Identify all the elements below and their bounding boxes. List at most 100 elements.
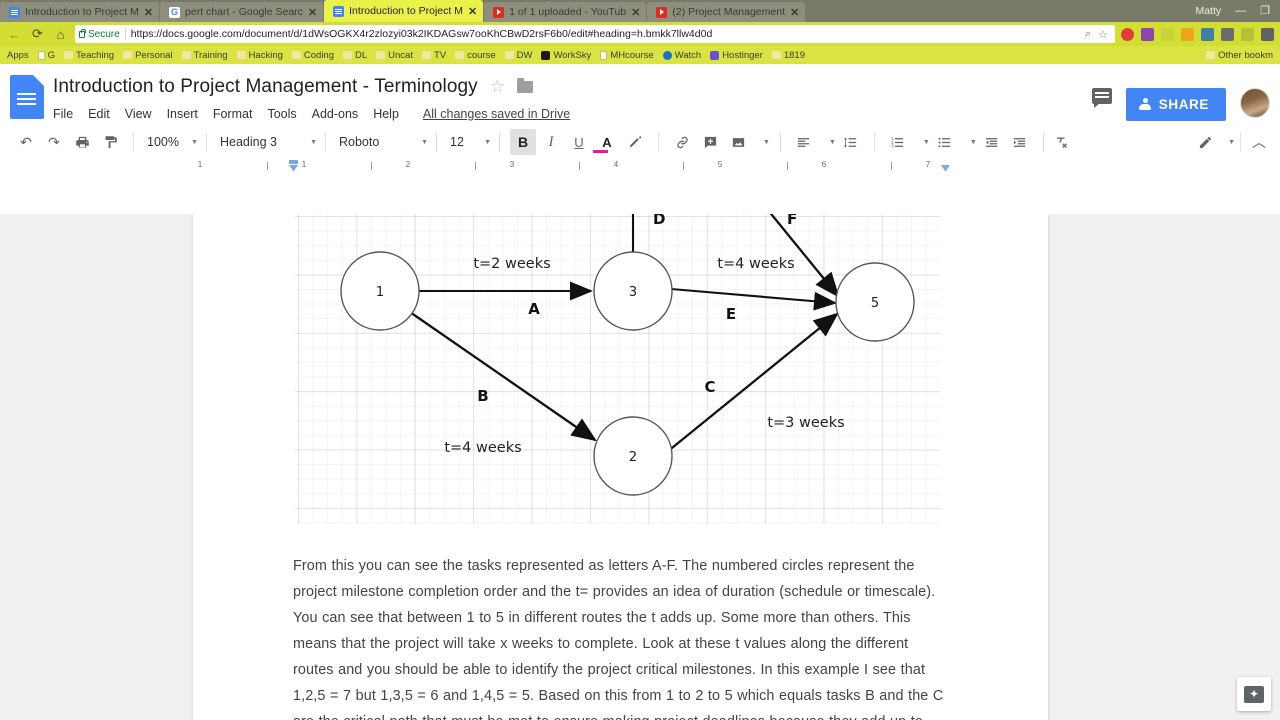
right-indent-marker[interactable] <box>941 165 950 174</box>
browser-tab-1[interactable]: G pert chart - Google Searc ✕ <box>160 2 324 22</box>
left-indent-marker[interactable] <box>289 165 298 174</box>
pert-chart-image[interactable]: 1 3 2 5 t=2 weeks A t=4 weeks B t=3 week… <box>295 214 940 524</box>
first-line-indent-marker[interactable] <box>289 160 298 164</box>
bookmark-item[interactable]: DL <box>341 50 369 61</box>
highlighter-icon[interactable] <box>622 129 648 155</box>
bookmark-item[interactable]: Training <box>180 50 230 61</box>
chevron-down-icon[interactable]: ▼ <box>970 139 977 146</box>
google-docs-icon[interactable] <box>10 75 44 119</box>
page-title[interactable]: Introduction to Project Management - Ter… <box>53 76 478 98</box>
back-button[interactable]: ← <box>6 27 23 42</box>
menu-insert[interactable]: Insert <box>167 107 198 121</box>
bookmark-item[interactable]: Watch <box>661 50 704 61</box>
onenote-extension-icon[interactable] <box>1141 27 1154 41</box>
swirl-extension-icon[interactable] <box>1161 27 1174 41</box>
bookmark-item[interactable]: Uncat <box>374 50 415 61</box>
document-ruler[interactable]: 1 1 2 3 4 5 6 7 <box>0 160 1280 172</box>
print-icon[interactable] <box>69 129 95 155</box>
browser-tab-0[interactable]: Introduction to Project M ✕ <box>0 2 160 22</box>
move-to-folder-icon[interactable] <box>517 78 534 93</box>
chevron-down-icon[interactable]: ▼ <box>829 139 836 146</box>
paint-format-icon[interactable] <box>97 129 123 155</box>
python-extension-icon[interactable] <box>1201 27 1214 41</box>
text-color-button[interactable]: A <box>593 129 620 155</box>
zoom-select[interactable]: 100% ▼ <box>139 129 201 155</box>
underline-button[interactable]: U <box>566 129 592 155</box>
profile-name-label[interactable]: Matty <box>1195 5 1221 17</box>
maximize-button[interactable]: ❐ <box>1260 5 1270 17</box>
clear-formatting-icon[interactable] <box>1049 129 1075 155</box>
numbered-list-icon[interactable]: 123 <box>885 129 911 155</box>
menu-addons[interactable]: Add-ons <box>312 107 359 121</box>
bookmark-item[interactable]: G <box>36 50 57 61</box>
collapse-toolbar-button[interactable]: ︿ <box>1246 129 1272 155</box>
bookmark-item[interactable]: MHcourse <box>598 50 655 61</box>
bulleted-list-icon[interactable] <box>932 129 958 155</box>
browser-tab-2[interactable]: Introduction to Project M ✕ <box>324 0 484 22</box>
line-spacing-icon[interactable] <box>838 129 864 155</box>
opera-extension-icon[interactable] <box>1121 27 1134 41</box>
add-comment-icon[interactable] <box>697 129 723 155</box>
reload-button[interactable]: ⟳ <box>29 26 46 42</box>
chevron-down-icon[interactable]: ▼ <box>923 139 930 146</box>
avatar[interactable] <box>1240 88 1270 118</box>
star-icon[interactable]: ☆ <box>1098 28 1108 41</box>
link-icon[interactable] <box>669 129 695 155</box>
font-size-select[interactable]: 12 ▼ <box>442 129 494 155</box>
italic-button[interactable]: I <box>538 129 564 155</box>
comment-icon[interactable] <box>1091 88 1112 108</box>
pencil-icon[interactable] <box>1192 129 1218 155</box>
home-button[interactable]: ⌂ <box>52 27 69 42</box>
close-icon[interactable]: ✕ <box>790 6 799 19</box>
bookmark-item[interactable]: Hostinger <box>708 50 765 61</box>
tux-extension-icon[interactable] <box>1181 27 1194 41</box>
bookmark-apps[interactable]: Apps <box>5 50 31 61</box>
target-extension-icon[interactable] <box>1241 27 1254 41</box>
explore-button[interactable] <box>1237 677 1271 711</box>
body-paragraph[interactable]: From this you can see the tasks represen… <box>293 553 948 720</box>
download-extension-icon[interactable] <box>1261 27 1274 41</box>
menu-tools[interactable]: Tools <box>267 107 296 121</box>
menu-view[interactable]: View <box>125 107 152 121</box>
bookmark-item[interactable]: Teaching <box>62 50 116 61</box>
chevron-down-icon[interactable]: ▼ <box>763 139 770 146</box>
chevron-down-icon[interactable]: ▼ <box>1228 139 1235 146</box>
address-bar[interactable]: Secure https://docs.google.com/document/… <box>75 25 1115 43</box>
menu-edit[interactable]: Edit <box>88 107 110 121</box>
font-family-select[interactable]: Roboto ▼ <box>331 129 431 155</box>
magnifier-icon[interactable]: ⌕ <box>1085 28 1091 41</box>
save-status[interactable]: All changes saved in Drive <box>423 107 570 121</box>
increase-indent-icon[interactable] <box>1007 129 1033 155</box>
star-icon[interactable]: ☆ <box>490 77 505 97</box>
menu-format[interactable]: Format <box>213 107 253 121</box>
bookmark-item[interactable]: WorkSky <box>539 50 593 61</box>
undo-button[interactable]: ↶ <box>13 129 39 155</box>
decrease-indent-icon[interactable] <box>979 129 1005 155</box>
document-page[interactable]: 1 3 2 5 t=2 weeks A t=4 weeks B t=3 week… <box>193 214 1048 720</box>
bookmark-item[interactable]: DW <box>503 50 535 61</box>
minimize-button[interactable]: — <box>1235 5 1246 17</box>
close-icon[interactable]: ✕ <box>631 6 640 19</box>
bookmark-item[interactable]: course <box>453 50 498 61</box>
image-icon[interactable] <box>725 129 751 155</box>
shield-extension-icon[interactable] <box>1221 27 1234 41</box>
redo-button[interactable]: ↷ <box>41 129 67 155</box>
bold-button[interactable]: B <box>510 129 536 155</box>
align-left-icon[interactable] <box>791 129 817 155</box>
other-bookmarks[interactable]: Other bookm <box>1204 50 1275 61</box>
document-canvas[interactable]: 1 3 2 5 t=2 weeks A t=4 weeks B t=3 week… <box>0 214 1280 720</box>
bookmark-item[interactable]: TV <box>420 50 448 61</box>
browser-tab-4[interactable]: (2) Project Management ✕ <box>647 2 806 22</box>
menu-file[interactable]: File <box>53 107 73 121</box>
menu-help[interactable]: Help <box>373 107 399 121</box>
paragraph-style-select[interactable]: Heading 3 ▼ <box>212 129 320 155</box>
close-icon[interactable]: ✕ <box>144 6 153 19</box>
bookmark-item[interactable]: Personal <box>121 50 175 61</box>
bookmark-item[interactable]: Hacking <box>235 50 285 61</box>
bookmark-item[interactable]: 1819 <box>770 50 807 61</box>
close-icon[interactable]: ✕ <box>468 5 477 18</box>
share-button[interactable]: SHARE <box>1125 88 1226 121</box>
close-icon[interactable]: ✕ <box>308 6 317 19</box>
browser-tab-3[interactable]: 1 of 1 uploaded - YouTub ✕ <box>484 2 647 22</box>
bookmark-item[interactable]: Coding <box>290 50 336 61</box>
